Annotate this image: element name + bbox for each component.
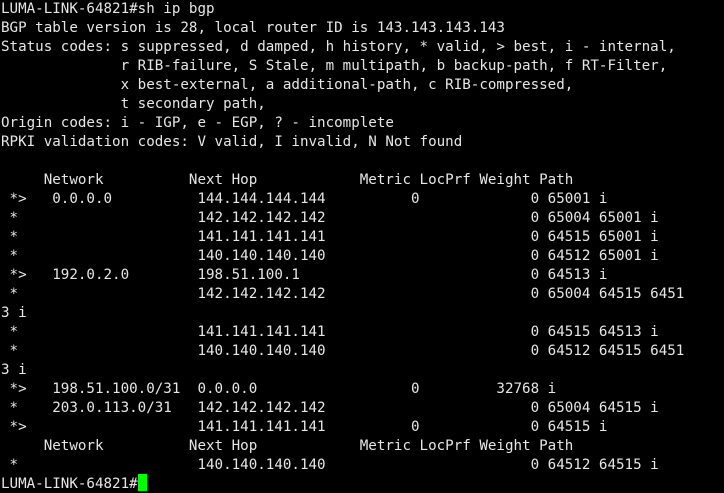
route-row: * 203.0.113.0/31 142.142.142.142 0 65004… <box>1 400 659 416</box>
route-row: * 142.142.142.142 0 65004 65001 i <box>1 210 659 226</box>
terminal-window[interactable]: LUMA-LINK-64821#sh ip bgp BGP table vers… <box>1 0 724 493</box>
bgp-table-version-line: BGP table version is 28, local router ID… <box>1 20 505 36</box>
prompt-line[interactable]: LUMA-LINK-64821# <box>1 474 147 493</box>
route-row: * 140.140.140.140 0 64512 65001 i <box>1 248 659 264</box>
status-codes-line: x best-external, a additional-path, c RI… <box>1 77 574 93</box>
rpki-codes-line: RPKI validation codes: V valid, I invali… <box>1 134 463 150</box>
route-row: * 141.141.141.141 0 64515 64513 i <box>1 324 659 340</box>
status-codes-line: t secondary path, <box>1 96 266 112</box>
route-row-wrap: 3 i <box>1 362 27 378</box>
origin-codes-line: Origin codes: i - IGP, e - EGP, ? - inco… <box>1 115 394 131</box>
prompt-text: LUMA-LINK-64821# <box>1 476 138 492</box>
route-row: *> 0.0.0.0 144.144.144.144 0 0 65001 i <box>1 191 608 207</box>
table-header-line: Network Next Hop Metric LocPrf Weight Pa… <box>1 172 574 188</box>
status-codes-line: r RIB-failure, S Stale, m multipath, b b… <box>1 58 668 74</box>
status-codes-line: Status codes: s suppressed, d damped, h … <box>1 39 676 55</box>
command-line: LUMA-LINK-64821#sh ip bgp <box>1 1 215 17</box>
route-row: *> 192.0.2.0 198.51.100.1 0 64513 i <box>1 267 608 283</box>
route-row: * 140.140.140.140 0 64512 64515 6451 <box>1 343 685 359</box>
route-row: * 140.140.140.140 0 64512 64515 i <box>1 457 659 473</box>
table-header-line: Network Next Hop Metric LocPrf Weight Pa… <box>1 438 574 454</box>
route-row: * 142.142.142.142 0 65004 64515 6451 <box>1 286 685 302</box>
route-row-wrap: 3 i <box>1 305 27 321</box>
route-row: *> 141.141.141.141 0 0 64515 i <box>1 419 608 435</box>
cursor-block[interactable] <box>137 474 147 491</box>
route-row: * 141.141.141.141 0 64515 65001 i <box>1 229 659 245</box>
route-row: *> 198.51.100.0/31 0.0.0.0 0 32768 i <box>1 381 557 397</box>
